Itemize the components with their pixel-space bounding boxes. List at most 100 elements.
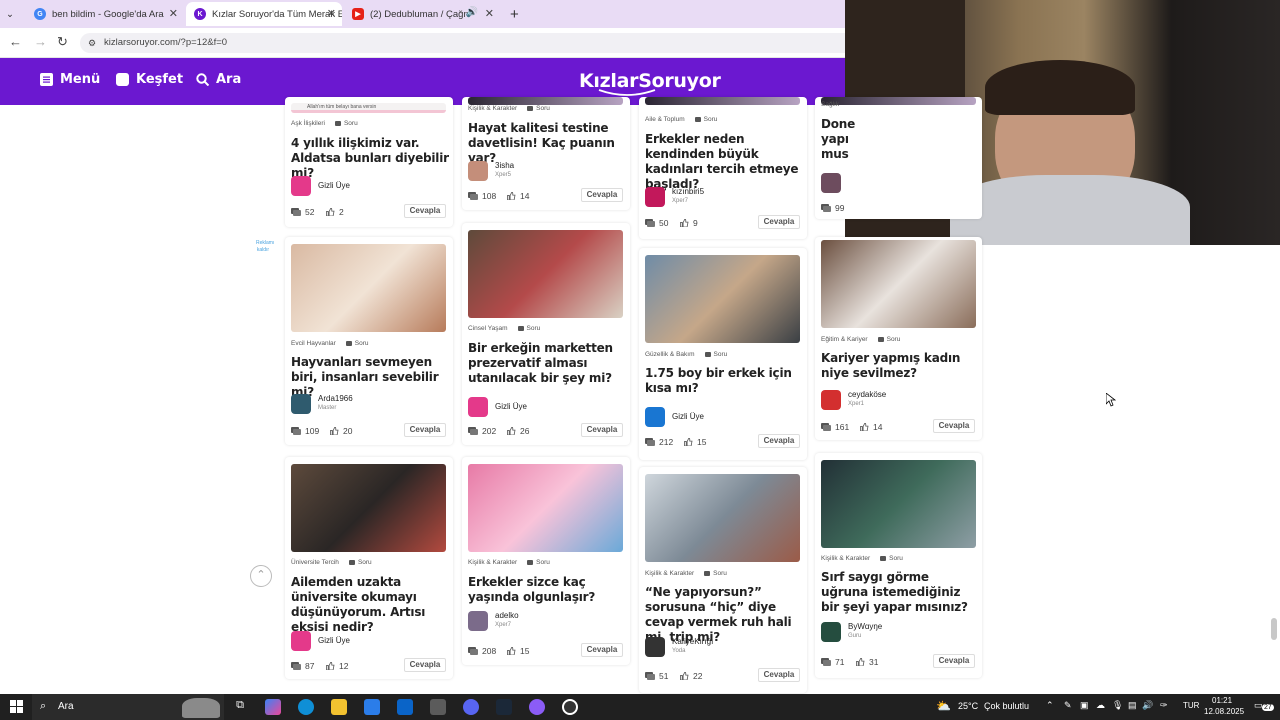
card-category[interactable]: Kişilik & Karakter Soru bbox=[821, 555, 903, 562]
like-count[interactable]: 12 bbox=[325, 661, 348, 671]
question-card[interactable]: Kişilik & Karakter Soru Hayat kalitesi tes… bbox=[462, 97, 630, 210]
card-title[interactable]: Erkekler sizce kaç yaşında olgunlaşır? bbox=[468, 575, 626, 605]
card-title[interactable]: 4 yıllık ilişkimiz var. Aldatsa bunları … bbox=[291, 136, 449, 181]
forward-icon[interactable]: → bbox=[34, 34, 47, 49]
task-view-icon[interactable]: ⧉ bbox=[232, 699, 248, 715]
explore-button[interactable]: Keşfet bbox=[116, 72, 183, 87]
avatar[interactable] bbox=[468, 161, 488, 181]
avatar[interactable] bbox=[645, 187, 665, 207]
comment-count[interactable]: 208 bbox=[468, 646, 496, 656]
answer-button[interactable]: Cevapla bbox=[758, 434, 800, 448]
card-image[interactable]: Allah'ım tüm belayı bana versin bbox=[291, 103, 446, 113]
taskbar-search-box[interactable]: ⌕ Ara bbox=[32, 694, 224, 720]
outlook-icon[interactable] bbox=[397, 699, 413, 715]
pen-icon[interactable]: ✑ bbox=[1160, 700, 1168, 711]
username[interactable]: ceydaköse bbox=[848, 390, 886, 399]
card-title[interactable]: 1.75 boy bir erkek için kısa mı? bbox=[645, 366, 803, 396]
card-category[interactable]: Aşk İlişkileri Soru bbox=[291, 120, 358, 127]
avatar[interactable] bbox=[468, 611, 488, 631]
volume-icon[interactable]: 🔊 bbox=[1142, 700, 1153, 711]
like-count[interactable]: 2 bbox=[325, 207, 344, 217]
card-image[interactable] bbox=[645, 255, 800, 343]
username[interactable]: KafiyeKırığı bbox=[672, 637, 713, 646]
page-scrollbar-thumb[interactable] bbox=[1271, 618, 1277, 640]
card-image[interactable] bbox=[468, 230, 623, 318]
question-card[interactable]: Aile & Toplum Soru Erkekler neden kendinde… bbox=[639, 97, 807, 239]
card-title[interactable]: Ailemden uzakta üniversite okumayı düşün… bbox=[291, 575, 449, 635]
answer-button[interactable]: Cevapla bbox=[581, 643, 623, 657]
card-title[interactable]: Hayat kalitesi testine davetlisin! Kaç p… bbox=[468, 121, 626, 166]
edge-icon[interactable] bbox=[298, 699, 314, 715]
answer-button[interactable]: Cevapla bbox=[933, 419, 975, 433]
chrome-icon[interactable] bbox=[529, 699, 545, 715]
card-title[interactable]: Done yapı mus bbox=[821, 117, 855, 162]
new-tab-button[interactable]: + bbox=[502, 2, 524, 26]
card-image[interactable] bbox=[821, 97, 976, 105]
question-card[interactable]: Allah'ım tüm belayı bana versin Aşk İlişk… bbox=[285, 97, 453, 227]
avatar[interactable] bbox=[291, 176, 311, 196]
obs-icon[interactable] bbox=[562, 699, 578, 715]
card-title[interactable]: Bir erkeğin marketten prezervatif alması… bbox=[468, 341, 626, 386]
back-icon[interactable]: ← bbox=[9, 34, 22, 49]
store-icon[interactable] bbox=[364, 699, 380, 715]
question-card[interactable]: Kişilik & Karakter Soru “Ne yapıyorsun?” s… bbox=[639, 467, 807, 693]
card-title[interactable]: Sırf saygı görme uğruna istemediğiniz bi… bbox=[821, 570, 979, 615]
username[interactable]: 3isha bbox=[495, 161, 514, 170]
copilot-icon[interactable] bbox=[265, 699, 281, 715]
tab-kizlarsoruyor[interactable]: K Kızlar Soruyor'da Tüm Merak Ed ✕ bbox=[186, 2, 342, 26]
card-title[interactable]: Hayvanları sevmeyen biri, insanları seve… bbox=[291, 355, 449, 400]
app-icon[interactable] bbox=[430, 699, 446, 715]
comment-count[interactable]: 71 bbox=[821, 657, 844, 667]
reload-icon[interactable]: ↻ bbox=[57, 34, 68, 50]
card-image[interactable] bbox=[468, 464, 623, 552]
steam-icon[interactable] bbox=[496, 699, 512, 715]
card-category[interactable]: Kişilik & Karakter Soru bbox=[468, 105, 550, 112]
avatar[interactable] bbox=[821, 390, 841, 410]
username[interactable]: Gizli Üye bbox=[672, 412, 704, 421]
avatar[interactable] bbox=[645, 407, 665, 427]
answer-button[interactable]: Cevapla bbox=[758, 668, 800, 682]
search-button[interactable]: Ara bbox=[196, 72, 241, 87]
like-count[interactable]: 14 bbox=[859, 422, 882, 432]
answer-button[interactable]: Cevapla bbox=[404, 204, 446, 218]
card-image[interactable] bbox=[291, 244, 446, 332]
file-explorer-icon[interactable] bbox=[331, 699, 347, 715]
comment-count[interactable]: 161 bbox=[821, 422, 849, 432]
card-category[interactable]: Eğitim & Kariyer Soru bbox=[821, 336, 900, 343]
like-count[interactable]: 31 bbox=[855, 657, 878, 667]
like-count[interactable]: 14 bbox=[506, 191, 529, 201]
card-image[interactable] bbox=[645, 97, 800, 105]
tab-google[interactable]: G ben bildim - Google'da Ara ✕ bbox=[26, 2, 184, 26]
card-title[interactable]: Erkekler neden kendinden büyük kadınları… bbox=[645, 132, 803, 192]
card-category[interactable]: Kişilik & Karakter Soru bbox=[468, 559, 550, 566]
like-count[interactable]: 15 bbox=[506, 646, 529, 656]
url-input[interactable]: ⚙ kizlarsoruyor.com/?p=12&f=0 bbox=[80, 33, 845, 53]
question-card[interactable]: Eğitim & Kariyer Soru Kariyer yapmış kadın… bbox=[815, 237, 982, 440]
like-count[interactable]: 9 bbox=[679, 218, 698, 228]
username[interactable]: Gizli Üye bbox=[318, 181, 350, 190]
tab-youtube[interactable]: ▶ (2) Dedubluman / Çağn Çe 🔊 ✕ bbox=[344, 2, 500, 26]
card-category[interactable]: Sağlık bbox=[821, 101, 839, 108]
avatar[interactable] bbox=[291, 631, 311, 651]
answer-button[interactable]: Cevapla bbox=[758, 215, 800, 229]
question-card[interactable]: Cinsel Yaşam Soru Bir erkeğin marketten pr… bbox=[462, 223, 630, 445]
card-category[interactable]: Cinsel Yaşam Soru bbox=[468, 325, 540, 332]
card-category[interactable]: Güzellik & Bakım Soru bbox=[645, 351, 727, 358]
answer-button[interactable]: Cevapla bbox=[933, 654, 975, 668]
comment-count[interactable]: 99 bbox=[821, 203, 844, 213]
card-category[interactable]: Evcil Hayvanlar Soru bbox=[291, 340, 369, 347]
comment-count[interactable]: 212 bbox=[645, 437, 673, 447]
like-count[interactable]: 26 bbox=[506, 426, 529, 436]
answer-button[interactable]: Cevapla bbox=[581, 423, 623, 437]
question-card[interactable]: Kişilik & Karakter Soru Sırf saygı görme u… bbox=[815, 453, 982, 678]
comment-count[interactable]: 109 bbox=[291, 426, 319, 436]
question-card[interactable]: Evcil Hayvanlar Soru Hayvanları sevmeyen b… bbox=[285, 237, 453, 445]
tab-list-button[interactable]: ⌄ bbox=[2, 2, 22, 26]
avatar[interactable] bbox=[821, 173, 841, 193]
avatar[interactable] bbox=[821, 622, 841, 642]
chevron-up-icon[interactable]: ⌃ bbox=[1046, 700, 1054, 711]
comment-count[interactable]: 50 bbox=[645, 218, 668, 228]
tray-app-icon[interactable]: ☁ bbox=[1096, 700, 1105, 711]
card-image[interactable] bbox=[291, 464, 446, 552]
close-icon[interactable]: ✕ bbox=[327, 7, 336, 20]
